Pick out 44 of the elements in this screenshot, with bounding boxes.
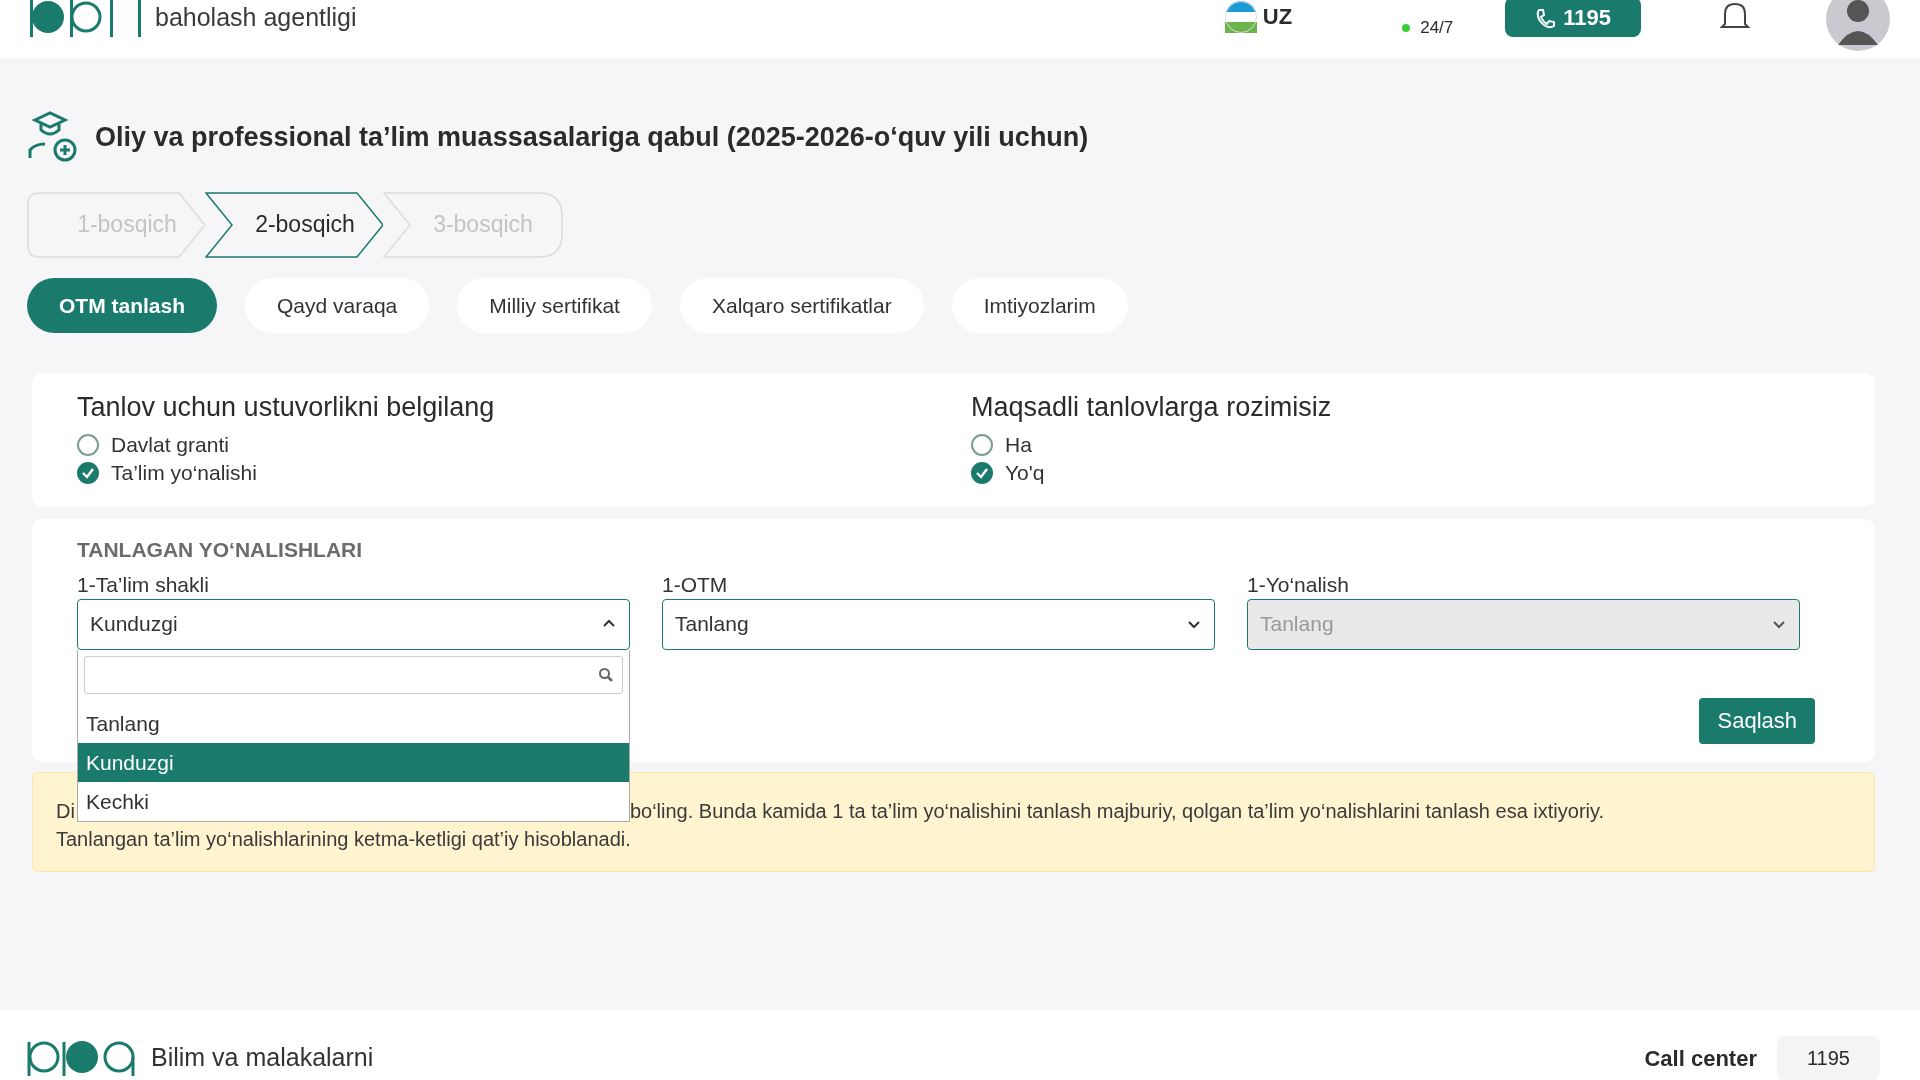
notice-text: Di — [56, 799, 75, 822]
online-dot-icon — [1402, 24, 1411, 32]
phone-button[interactable]: 1195 — [1505, 0, 1641, 38]
support-hours: 24/7 — [1420, 17, 1454, 39]
call-center-phone[interactable]: 1195 — [1777, 1036, 1880, 1080]
dropdown-option[interactable]: Tanlang — [78, 703, 629, 743]
radio-label[interactable]: Ha — [1005, 431, 1032, 460]
section-heading: TANLAGAN YO‘NALISHLARI — [77, 537, 364, 563]
radio-button[interactable] — [971, 462, 993, 485]
dropdown-option[interactable]: Kechki — [78, 781, 629, 822]
page-title: Oliy va professional ta’lim muassasalariga qabul (2025-2026-o‘quv yili uchun) — [95, 120, 1089, 154]
question-title: Tanlov uchun ustuvorlikni belgilang — [77, 391, 496, 424]
graduate-add-icon — [27, 110, 79, 164]
dropdown-option[interactable]: Kunduzgi — [78, 742, 629, 782]
radio-button[interactable] — [77, 462, 99, 485]
question-title: Maqsadli tanlovlarga rozimisiz — [971, 391, 1332, 424]
field-label: 1-Ta’lim shakli — [77, 572, 210, 598]
tab[interactable]: OTM tanlash — [27, 278, 217, 334]
phone-icon — [1535, 8, 1556, 30]
notice-text: Tanlangan ta’lim yo‘nalishlarining ketma-ketligi qat’iy hisoblanadi. — [56, 826, 632, 852]
radio-button[interactable] — [77, 434, 99, 457]
field-label: 1-OTM — [662, 572, 729, 598]
search-icon — [598, 666, 614, 683]
logo-icon — [30, 0, 113, 39]
footer-tagline: Bilim va malakalarni — [151, 1042, 374, 1072]
language-label[interactable]: UZ — [1262, 3, 1293, 31]
radio-label[interactable]: Yo'q — [1005, 459, 1045, 488]
tab[interactable]: Qayd varaqa — [245, 278, 430, 334]
notice-text: bo‘ling. Bunda kamida 1 ta ta’lim yo‘nalishini tanlash majburiy, qolgan ta’lim yo‘nalishlarini tanlash esa ixtiyoriy. — [629, 799, 1605, 822]
select-field[interactable]: Kunduzgi — [77, 598, 630, 650]
select-field[interactable]: Tanlang — [662, 598, 1215, 650]
radio-label[interactable]: Davlat granti — [111, 431, 229, 460]
radio-button[interactable] — [971, 434, 993, 457]
agency-name: baholash agentligi — [155, 2, 357, 32]
field-label: 1-Yo‘nalish — [1247, 572, 1350, 598]
search-field[interactable] — [84, 655, 623, 694]
tab[interactable]: Milliy sertifikat — [457, 278, 652, 334]
radio-label[interactable]: Ta’lim yo‘nalishi — [111, 459, 257, 488]
tab[interactable]: Imtiyozlarim — [951, 278, 1128, 334]
save-button[interactable]: Saqlash — [1699, 697, 1815, 744]
step-tab[interactable]: 2-bosqich — [205, 192, 385, 258]
call-center-label: Call center — [1644, 1046, 1757, 1073]
avatar-icon[interactable] — [1826, 0, 1890, 51]
tab[interactable]: Xalqaro sertifikatlar — [679, 278, 924, 334]
